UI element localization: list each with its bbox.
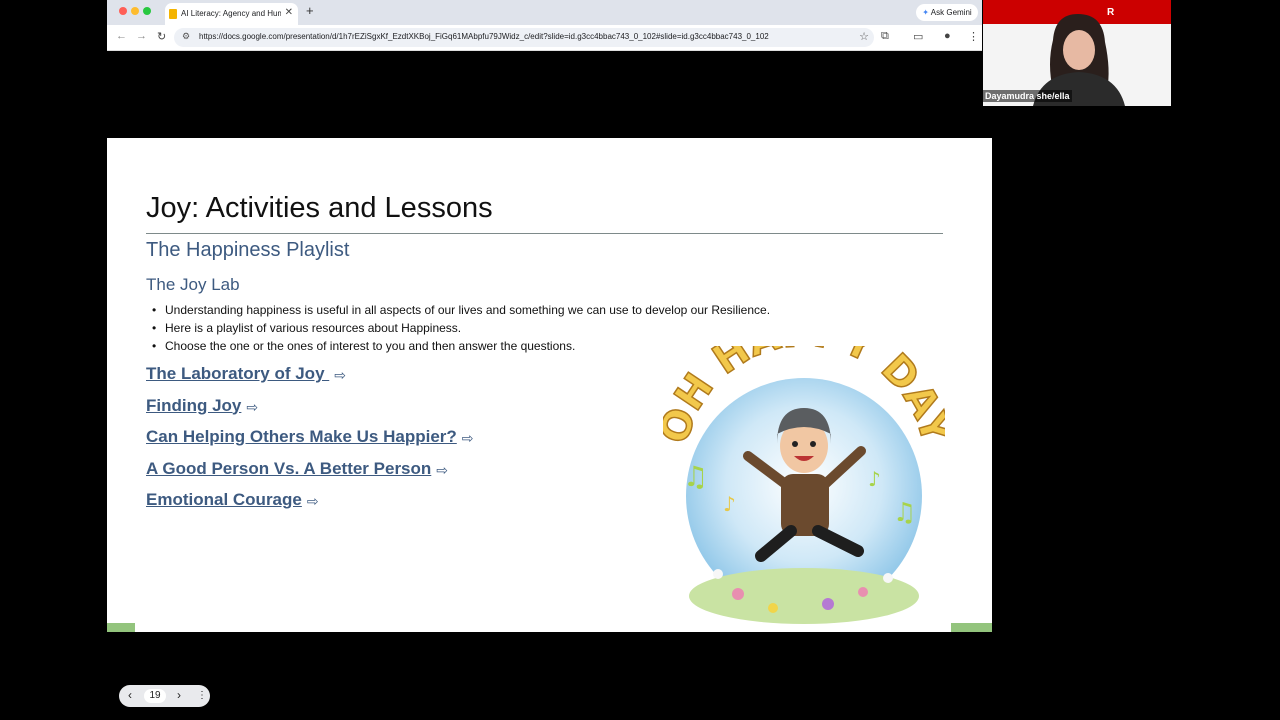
external-link-icon: ⇨	[436, 461, 449, 478]
slide-number[interactable]: 19	[144, 689, 166, 703]
slide-subtitle: The Happiness Playlist	[146, 239, 350, 261]
maximize-window-dot[interactable]	[143, 7, 151, 15]
forward-icon[interactable]: →	[136, 30, 147, 42]
ask-gemini-label: Ask Gemini	[930, 8, 972, 17]
minimize-window-dot[interactable]	[131, 7, 139, 15]
url-text: https://docs.google.com/presentation/d/1…	[199, 32, 769, 41]
link-label: A Good Person Vs. A Better Person	[146, 458, 432, 478]
link-laboratory-of-joy[interactable]: The Laboratory of Joy ⇨	[146, 364, 474, 396]
gemini-icon: ✦	[922, 8, 929, 17]
title-divider	[146, 233, 943, 234]
cast-icon[interactable]: ▭	[913, 30, 923, 43]
flower	[732, 588, 744, 600]
flower	[883, 573, 893, 583]
new-tab-button[interactable]: +	[306, 3, 314, 18]
extensions-icon[interactable]: ⧉	[881, 30, 889, 43]
link-good-vs-better-person[interactable]: A Good Person Vs. A Better Person ⇨	[146, 459, 474, 491]
link-emotional-courage[interactable]: Emotional Courage ⇨	[146, 490, 474, 522]
footer-accent-right	[951, 623, 992, 632]
slides-icon	[169, 9, 177, 19]
back-icon[interactable]: ←	[116, 30, 127, 42]
external-link-icon: ⇨	[246, 398, 259, 415]
music-note: ♪	[868, 467, 881, 491]
link-label: The Laboratory of Joy	[146, 364, 330, 383]
presentation-slide: Joy: Activities and Lessons The Happines…	[107, 138, 992, 632]
reload-icon[interactable]: ↻	[157, 30, 166, 43]
browser-menu-icon[interactable]: ⋮	[968, 30, 979, 43]
tab-close-icon[interactable]: ✕	[285, 7, 293, 18]
bullet-item: Understanding happiness is useful in all…	[152, 303, 770, 321]
flower	[822, 598, 834, 610]
webcam-feed: R Dayamudra she/ella	[983, 0, 1171, 106]
bullet-item: Here is a playlist of various resources …	[152, 321, 770, 339]
oh-happy-day-illustration: ♫ ♫ ♪ ♪ OH HAPPY DAY	[663, 346, 945, 624]
slide-section-heading: The Joy Lab	[146, 275, 240, 294]
slide-pager: ‹ 19 › ⋮	[119, 685, 210, 707]
pager-more-icon[interactable]: ⋮	[197, 690, 207, 701]
flower	[768, 603, 778, 613]
music-note: ♪	[723, 492, 736, 516]
profile-avatar-icon[interactable]: ●	[944, 30, 951, 42]
slide-title: Joy: Activities and Lessons	[146, 192, 493, 224]
close-window-dot[interactable]	[119, 7, 127, 15]
link-finding-joy[interactable]: Finding Joy ⇨	[146, 396, 474, 428]
link-label: Emotional Courage	[146, 490, 302, 509]
link-label: Can Helping Others Make Us Happier?	[146, 427, 457, 446]
url-omnibox[interactable]: ⚙ https://docs.google.com/presentation/d…	[174, 28, 874, 47]
link-helping-others[interactable]: Can Helping Others Make Us Happier? ⇨	[146, 427, 474, 459]
tab-slides[interactable]: AI Literacy: Agency and Hum ✕	[165, 3, 298, 25]
flower	[858, 587, 868, 597]
flower	[713, 569, 723, 579]
site-info-icon[interactable]: ⚙	[182, 31, 190, 42]
music-note: ♫	[893, 498, 916, 528]
tab-bar: AI Literacy: Agency and Hum ✕ + ✦ Ask Ge…	[107, 0, 982, 25]
bookmark-star-icon[interactable]: ☆	[859, 30, 869, 43]
link-label: Finding Joy	[146, 395, 242, 415]
tab-title: AI Literacy: Agency and Hum	[181, 9, 281, 18]
address-bar: ← → ↻ ⚙ https://docs.google.com/presenta…	[107, 25, 982, 51]
footer-accent-left	[107, 623, 135, 632]
ask-gemini-button[interactable]: ✦ Ask Gemini	[916, 4, 978, 21]
participant-name: Dayamudra she/ella	[983, 90, 1072, 102]
external-link-icon: ⇨	[306, 493, 319, 509]
external-link-icon: ⇨	[334, 367, 346, 383]
music-note: ♫	[683, 460, 708, 493]
prev-slide-button[interactable]: ‹	[128, 688, 132, 702]
external-link-icon: ⇨	[461, 430, 474, 446]
resource-links: The Laboratory of Joy ⇨ Finding Joy ⇨ Can…	[146, 364, 474, 522]
next-slide-button[interactable]: ›	[177, 688, 181, 702]
